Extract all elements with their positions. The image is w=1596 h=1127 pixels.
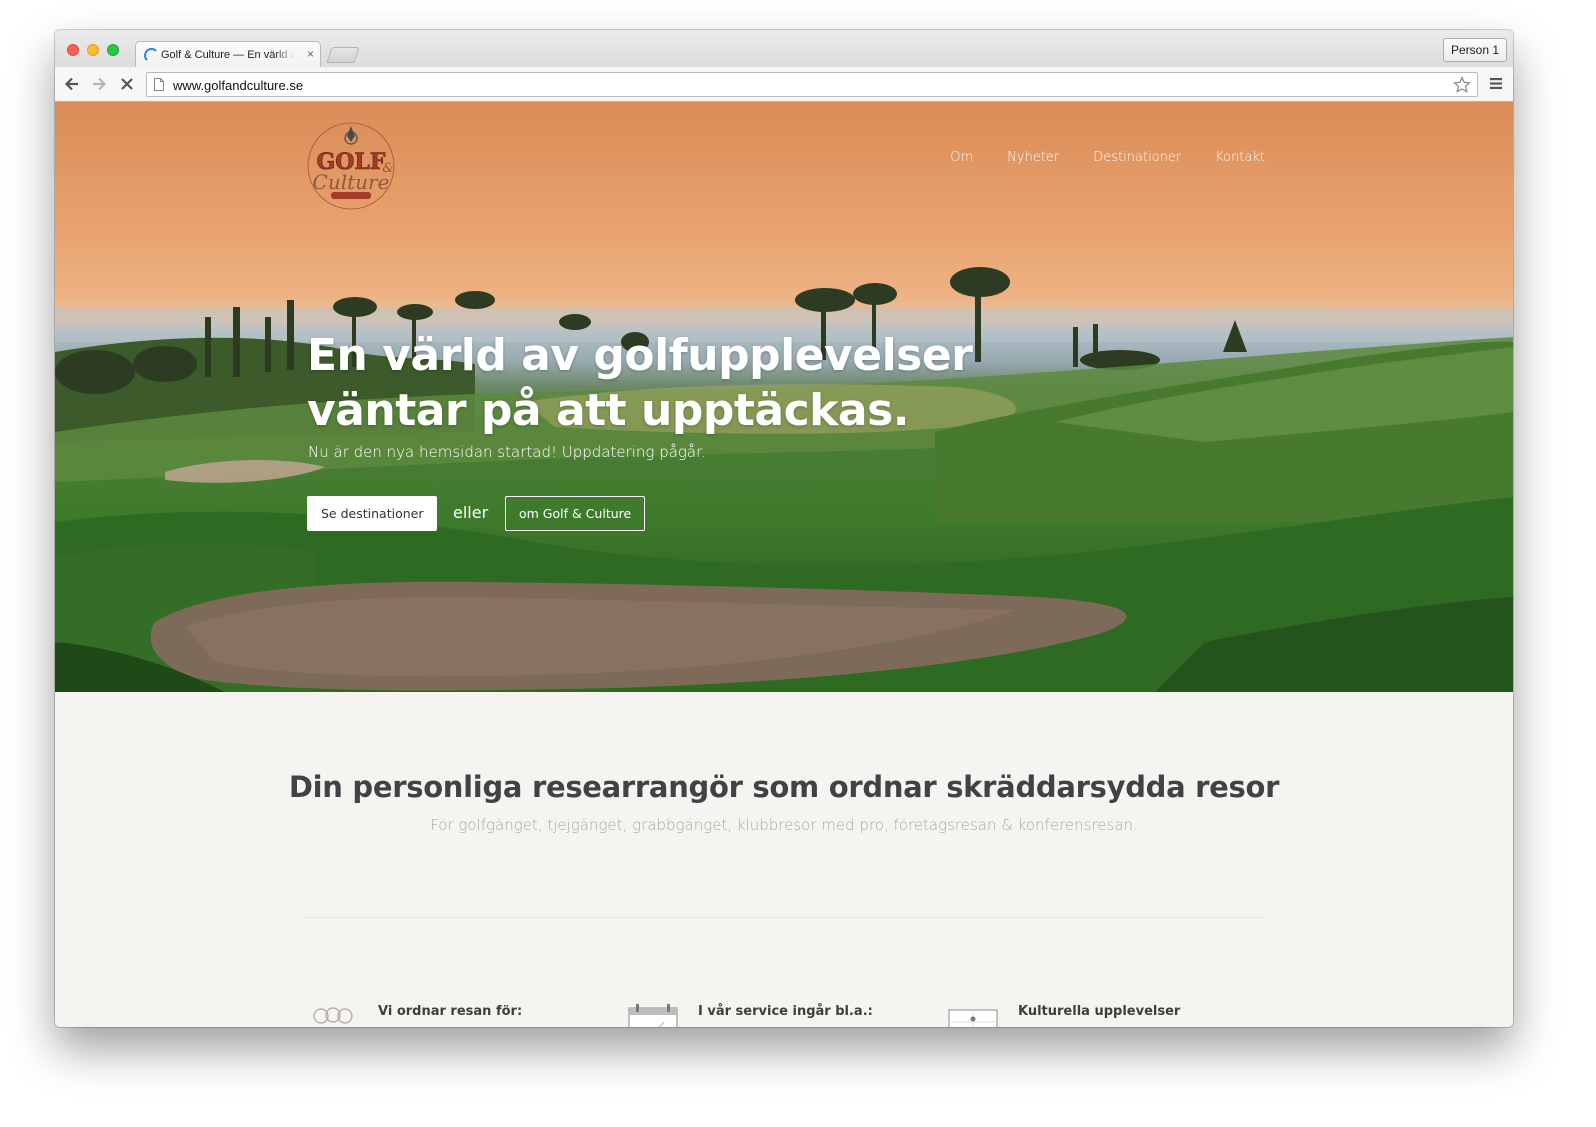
profile-button[interactable]: Person 1 <box>1442 38 1507 62</box>
address-bar[interactable]: www.golfandculture.se <box>146 72 1478 97</box>
stop-loading-icon[interactable] <box>117 74 137 94</box>
group-icon <box>313 1007 353 1024</box>
section-title: Din personliga researrangör som ordnar s… <box>288 770 1280 804</box>
page-viewport: GOLF Culture & Om Nyheter Destinationer … <box>55 102 1513 1027</box>
feature-title: Kulturella upplevelser <box>1018 1004 1181 1019</box>
see-destinations-button[interactable]: Se destinationer <box>307 496 438 531</box>
nav-link-nyheter[interactable]: Nyheter <box>1007 150 1059 165</box>
zoom-window-button[interactable] <box>107 44 119 56</box>
browser-window: Golf & Culture — En värld av golfuppleve… <box>55 30 1513 1027</box>
bookmark-star-icon[interactable] <box>1453 76 1471 94</box>
loading-spinner-icon <box>144 48 159 63</box>
close-window-button[interactable] <box>67 44 79 56</box>
new-tab-button[interactable] <box>326 47 360 63</box>
svg-text:&: & <box>382 161 394 176</box>
tab-close-icon[interactable]: × <box>307 47 314 61</box>
svg-text:Culture: Culture <box>313 170 390 194</box>
forward-arrow-icon[interactable] <box>89 74 109 94</box>
minimize-window-button[interactable] <box>87 44 99 56</box>
hero-section: GOLF Culture & Om Nyheter Destinationer … <box>55 102 1513 692</box>
or-text: eller <box>453 503 489 522</box>
intro-section: Din personliga researrangör som ordnar s… <box>55 692 1513 1027</box>
about-button[interactable]: om Golf & Culture <box>505 496 646 531</box>
feature-title: I vår service ingår bl.a.: <box>698 1004 873 1019</box>
nav-link-destinationer[interactable]: Destinationer <box>1093 150 1181 165</box>
hero-title-line-2: väntar på att upptäckas. <box>307 385 910 436</box>
hero-subtitle: Nu är den nya hemsidan startad! Uppdater… <box>308 443 706 461</box>
browser-menu-icon[interactable] <box>1489 77 1503 90</box>
back-arrow-icon[interactable] <box>62 74 82 94</box>
nav-link-om[interactable]: Om <box>950 150 973 165</box>
page-icon <box>154 78 164 91</box>
nav-link-kontakt[interactable]: Kontakt <box>1215 150 1265 165</box>
section-divider <box>304 917 1264 918</box>
title-bar: Golf & Culture — En värld av golfuppleve… <box>55 30 1513 68</box>
hero-title-line-1: En värld av golfupplevelser <box>307 330 973 381</box>
map-icon <box>948 1009 998 1027</box>
hero-title: En värld av golfupplevelser väntar på at… <box>307 328 1107 438</box>
golf-culture-logo[interactable]: GOLF Culture & <box>305 120 397 212</box>
main-nav: Om Nyheter Destinationer Kontakt <box>950 150 1265 165</box>
tab-title: Golf & Culture — En värld av golfuppleve… <box>161 49 295 61</box>
url-text: www.golfandculture.se <box>173 78 304 93</box>
feature-title: Vi ordnar resan för: <box>378 1004 523 1019</box>
calendar-icon <box>628 1004 678 1027</box>
browser-tab[interactable]: Golf & Culture — En värld av golfuppleve… <box>135 41 321 68</box>
section-subtitle: För golfgänget, tjejgänget, grabbgänget,… <box>430 816 1138 834</box>
browser-toolbar: www.golfandculture.se <box>55 67 1513 102</box>
